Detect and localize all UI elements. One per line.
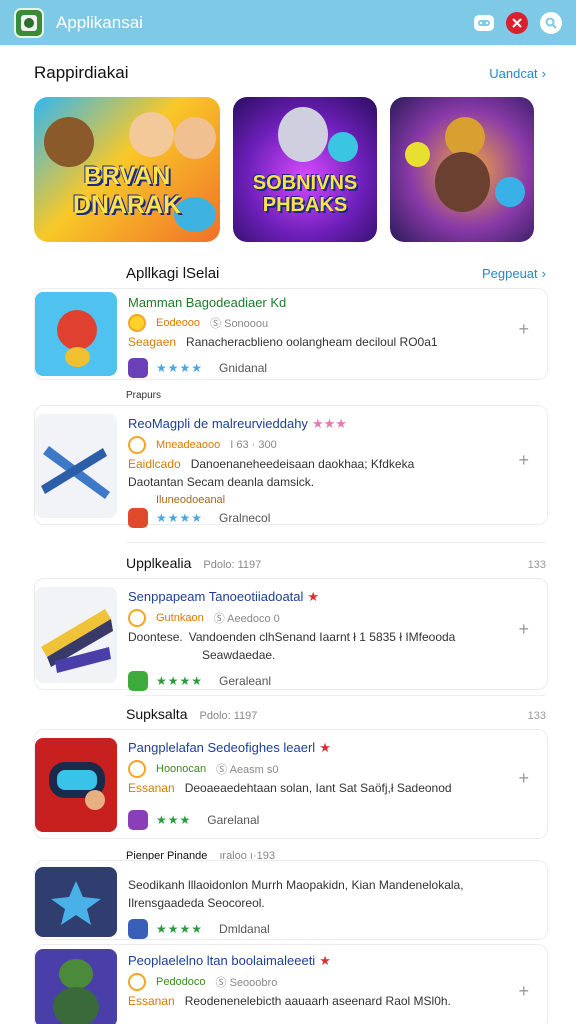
section-subhead: Supksalta Pdolo: 1197 133 [126, 706, 546, 724]
list-item[interactable]: Mamman Bagodeadiaer Kd Eodeooo Ⓢ Sonooou … [34, 288, 548, 380]
apps-section-title: Apllkagi lSelai [126, 265, 220, 282]
add-button[interactable]: + [518, 981, 529, 1002]
featured-card-1-text: BRVAN DNARAK [72, 162, 182, 219]
desc-lead: Seagaen [128, 335, 177, 349]
rating-label: Dmldanal [219, 922, 270, 936]
subhead-right: 133 [527, 710, 546, 722]
app-title: Senppapeam Tanoeotiiadoatal ★ [128, 589, 320, 604]
meta-sub: Ⓢ Aeedoco 0 [213, 613, 280, 625]
category-icon [128, 671, 148, 691]
subhead-title: Upplkealia [126, 555, 192, 571]
subhead-meta: Pdolo: 1197 [203, 559, 262, 571]
category-icon [128, 919, 148, 939]
meta-sub: Ⓢ Aeasm s0 [216, 764, 279, 776]
app-desc: Vandoenden clhSenand Iaarnt ł 1 5835 ł I… [188, 630, 456, 644]
rating-stars: ★★★★ [156, 361, 204, 375]
list-item[interactable]: ReoMagpli de malreurvieddahy ★★★ Mneadeao… [34, 405, 548, 528]
app-title: Applikansai [56, 12, 143, 32]
chevron-right-icon: › [541, 66, 546, 81]
rating-stars: ★★★★ [156, 511, 204, 525]
app-title: ReoMagpli de malreurvieddahy ★★★ [128, 416, 347, 431]
list-item[interactable]: Seodikanh lllaoidonlon Murrh Maopakidn, … [34, 860, 548, 940]
app-desc-2: Ilrensgaadeda Seocoreol. [128, 896, 265, 910]
badge-icon [128, 314, 146, 332]
section-subhead: Upplkealia Pdolo: 1197 133 [126, 555, 546, 573]
app-logo[interactable] [14, 7, 44, 38]
badge-icon [128, 973, 146, 991]
extra-text: Iluneodoeanal [156, 494, 226, 506]
app-thumbnail [35, 949, 117, 1024]
apps-see-all-link[interactable]: Pegpeuat › [482, 266, 546, 281]
app-thumbnail [35, 292, 117, 376]
add-button[interactable]: + [518, 768, 529, 789]
rating-label: Garelanal [207, 813, 260, 827]
rating-stars: ★★★ [156, 813, 192, 827]
app-thumbnail [35, 738, 117, 832]
divider [126, 695, 546, 696]
app-desc-2: Seawdaedae. [202, 648, 276, 662]
subhead-meta: Pdolo: 1197 [199, 710, 258, 722]
rating-label: Gnidanal [219, 361, 268, 375]
app-desc-2: Daotantan Secam deanla damsick. [128, 475, 315, 489]
section-subhead: Prapurs [126, 390, 162, 401]
app-desc: Danoenaneheedeisaan daokhaa; Kfdkeka [190, 457, 415, 471]
meta-sub: I 63 · 300 [230, 439, 277, 451]
meta-sub: Ⓢ Sonooou [210, 318, 269, 330]
list-item[interactable]: Pangplelafan Sedeofighes leaerl ★ Hoonoca… [34, 729, 548, 839]
app-title: Pangplelafan Sedeofighes leaerl ★ [128, 740, 331, 755]
subhead-title: Supksalta [126, 706, 188, 722]
category-icon [128, 508, 148, 528]
app-desc: Reodenenelebicth aauaarh aseenard Raol M… [184, 994, 451, 1008]
desc-lead: Eaidlcado [128, 457, 181, 471]
featured-title: Rappirdiakai [34, 63, 129, 82]
developer: Gutnkaon [156, 612, 204, 624]
add-button[interactable]: + [518, 319, 529, 340]
search-icon[interactable] [540, 11, 562, 34]
app-bar: Applikansai [0, 0, 576, 45]
featured-card-2[interactable]: SOBNIVNS PHBAKS [233, 97, 377, 242]
app-desc: Seodikanh lllaoidonlon Murrh Maopakidn, … [128, 878, 464, 892]
gamepad-icon[interactable] [474, 14, 494, 31]
category-icon [128, 358, 148, 378]
add-button[interactable]: + [518, 450, 529, 471]
rating-label: Gralnecol [219, 511, 271, 525]
desc-lead: Essanan [128, 781, 175, 795]
badge-icon [128, 609, 146, 627]
featured-card-2-text: SOBNIVNS PHBAKS [252, 172, 358, 216]
developer: Mneadeaooo [156, 439, 221, 451]
rating-stars: ★★★★ [156, 674, 204, 688]
featured-see-all-link[interactable]: Uandcat › [489, 66, 546, 81]
list-item[interactable]: Senppapeam Tanoeotiiadoatal ★ Gutnkaon Ⓢ A… [34, 578, 548, 691]
developer: Hoonocan [156, 763, 207, 775]
rating-stars: ★★★★ [156, 922, 204, 936]
app-title: Peoplaelelno ltan boolaimaleeeti ★ [128, 953, 331, 968]
featured-card-3[interactable] [390, 97, 534, 242]
app-thumbnail [35, 414, 117, 518]
badge-icon [128, 760, 146, 778]
list-item[interactable]: Peoplaelelno ltan boolaimaleeeti ★ Pedodo… [34, 944, 548, 1024]
subhead-right: 133 [527, 559, 546, 571]
meta-sub: Ⓢ Seooobro [215, 977, 278, 989]
desc-lead: Essanan [128, 994, 175, 1008]
app-desc: Deoaeaedehtaan solan, Iant Sat Saöfj,ł S… [184, 781, 452, 795]
featured-header: Rappirdiakai Uandcat › [34, 63, 546, 83]
close-icon[interactable] [506, 11, 528, 34]
category-icon [128, 810, 148, 830]
app-title: Mamman Bagodeadiaer Kd [128, 295, 287, 310]
featured-card-1[interactable]: BRVAN DNARAK [34, 97, 220, 242]
app-thumbnail [35, 867, 117, 937]
rating-label: Geraleanl [219, 674, 272, 688]
desc-lead: Doontese. [128, 630, 183, 644]
app-desc: Ranacheracblieno oolangheam deciloul RO0… [186, 335, 438, 349]
chevron-right-icon: › [541, 266, 546, 281]
badge-icon [128, 436, 146, 454]
app-thumbnail [35, 587, 117, 683]
featured-carousel: BRVAN DNARAK SOBNIVNS PHBAKS [34, 97, 534, 242]
apps-section-header: Apllkagi lSelai Pegpeuat › [126, 265, 546, 282]
developer: Pedodoco [156, 976, 206, 988]
add-button[interactable]: + [518, 619, 529, 640]
divider [126, 542, 546, 543]
developer: Eodeooo [156, 317, 201, 329]
